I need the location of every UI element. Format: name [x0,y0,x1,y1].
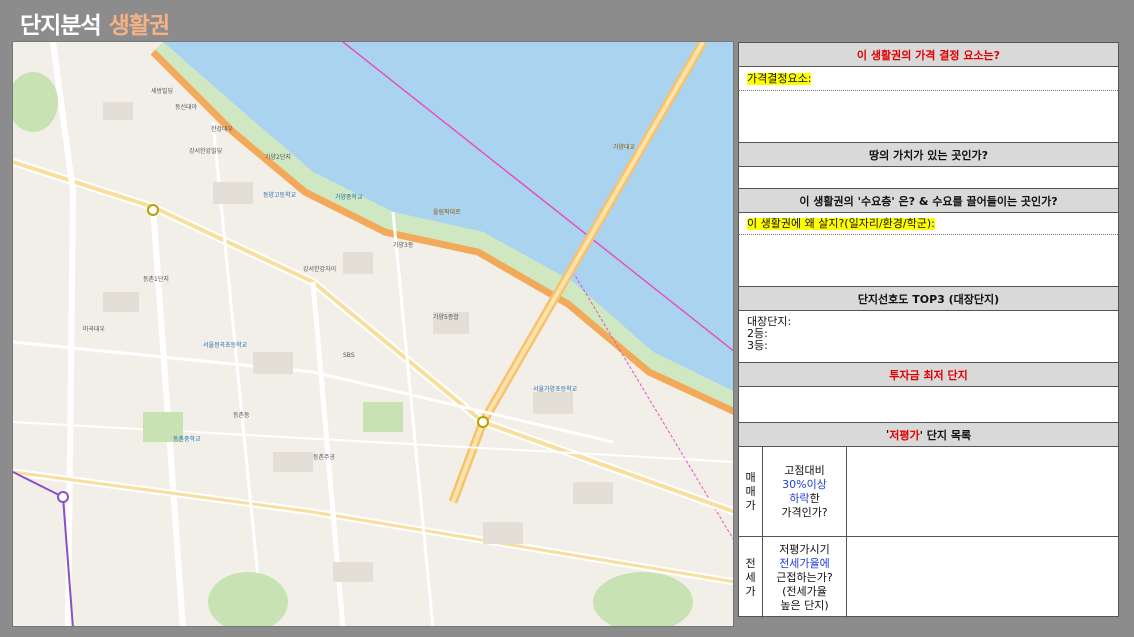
map-label: 동신대아 [175,104,198,111]
demand-label: 이 생활권에 왜 살지?(일자리/환경/학군): [747,216,935,230]
maemae-label: 매매가 [739,447,763,537]
land-value-header: 땅의 가치가 있는 곳인가? [739,143,1118,167]
area-map[interactable]: 세방빌딩 동신대아 한강대우 강서한강빌딩 가양2단지 동양고등학교 가양중학교… [12,41,734,627]
map-label: 등촌주공 [313,454,336,461]
top3-header: 단지선호도 TOP3 (대장단지) [739,287,1118,311]
jeonse-criteria-e: 높은 단지) [780,598,829,612]
undervalued-table: 매매가 고점대비 30%이상 하락한 가격인가? 전세가 저평가시기 전세가율에… [739,447,1118,618]
top3-first: 대장단지: [747,315,792,328]
map-label: SBS [343,352,355,359]
undervalued-header-red: 저평가 [889,428,920,442]
jeonse-criteria-c: 근접하는가? [776,570,833,584]
maemae-criteria-a: 고점대비 [784,463,825,477]
map-label: 가양2단지 [265,154,291,161]
demand-label-row: 이 생활권에 왜 살지?(일자리/환경/학군): [739,213,1118,235]
maemae-criteria: 고점대비 30%이상 하락한 가격인가? [763,447,847,537]
jeonse-criteria-a: 저평가시기 [779,542,830,556]
jeonse-label: 전세가 [739,537,763,618]
map-label: 한강대우 [211,126,234,133]
land-value-input[interactable] [739,167,1118,189]
min-investment-header: 투자금 최저 단지 [739,363,1118,387]
map-label: 가양중학교 [335,194,363,201]
demand-input[interactable] [739,235,1118,287]
page-title-sub: 생활권 [108,13,170,39]
price-factor-input[interactable] [739,91,1118,143]
map-graphic [13,42,733,626]
jeonse-criteria: 저평가시기 전세가율에 근접하는가? (전세가율 높은 단지) [763,537,847,618]
map-label: 올림픽대로 [433,209,461,216]
price-factor-label-row: 가격결정요소: [739,67,1118,91]
demand-header: 이 생활권의 '수요층' 은? & 수요를 끌어들이는 곳인가? [739,189,1118,213]
maemae-criteria-d: 한 [809,491,820,505]
jeonse-criteria-b: 전세가율에 [779,556,830,570]
top3-third: 3등: [747,339,768,352]
maemae-criteria-e: 가격인가? [781,505,828,519]
map-label: 등촌중학교 [173,436,201,443]
top3-content[interactable]: 대장단지: 2등: 3등: [739,311,1118,363]
map-label: 강서한강빌딩 [189,148,223,155]
map-label: 등촌1단지 [143,276,169,283]
price-factor-label: 가격결정요소: [747,71,812,85]
map-label: 서울정곡초등학교 [203,342,248,349]
jeonse-criteria-d: (전세가율 [782,584,827,598]
analysis-panel: 이 생활권의 가격 결정 요소는? 가격결정요소: 땅의 가치가 있는 곳인가?… [738,42,1119,618]
top3-second: 2등: [747,327,768,340]
map-label: 가양3동 [393,242,414,249]
map-label: 가양5종합 [433,314,459,321]
price-factor-header: 이 생활권의 가격 결정 요소는? [739,43,1118,67]
map-label: 강서한강자이 [303,266,337,273]
maemae-criteria-b: 30%이상 [782,477,827,491]
undervalued-header-post: ' 단지 목록 [919,428,972,442]
maemae-criteria-c: 하락 [789,491,810,505]
map-label: 등촌동 [233,412,250,419]
map-label: 동양고등학교 [263,192,297,199]
map-label: 세방빌딩 [151,88,174,95]
jeonse-input[interactable] [847,537,1118,618]
min-investment-input[interactable] [739,387,1118,423]
map-label: 마곡대우 [83,326,106,333]
map-label: 가양대교 [613,144,636,151]
undervalued-header: ' 저평가 ' 단지 목록 [739,423,1118,447]
map-label: 서울가양초등학교 [533,386,578,393]
maemae-input[interactable] [847,447,1118,537]
page-title-main: 단지분석 [20,13,102,39]
page-title: 단지분석 생활권 [20,6,170,40]
